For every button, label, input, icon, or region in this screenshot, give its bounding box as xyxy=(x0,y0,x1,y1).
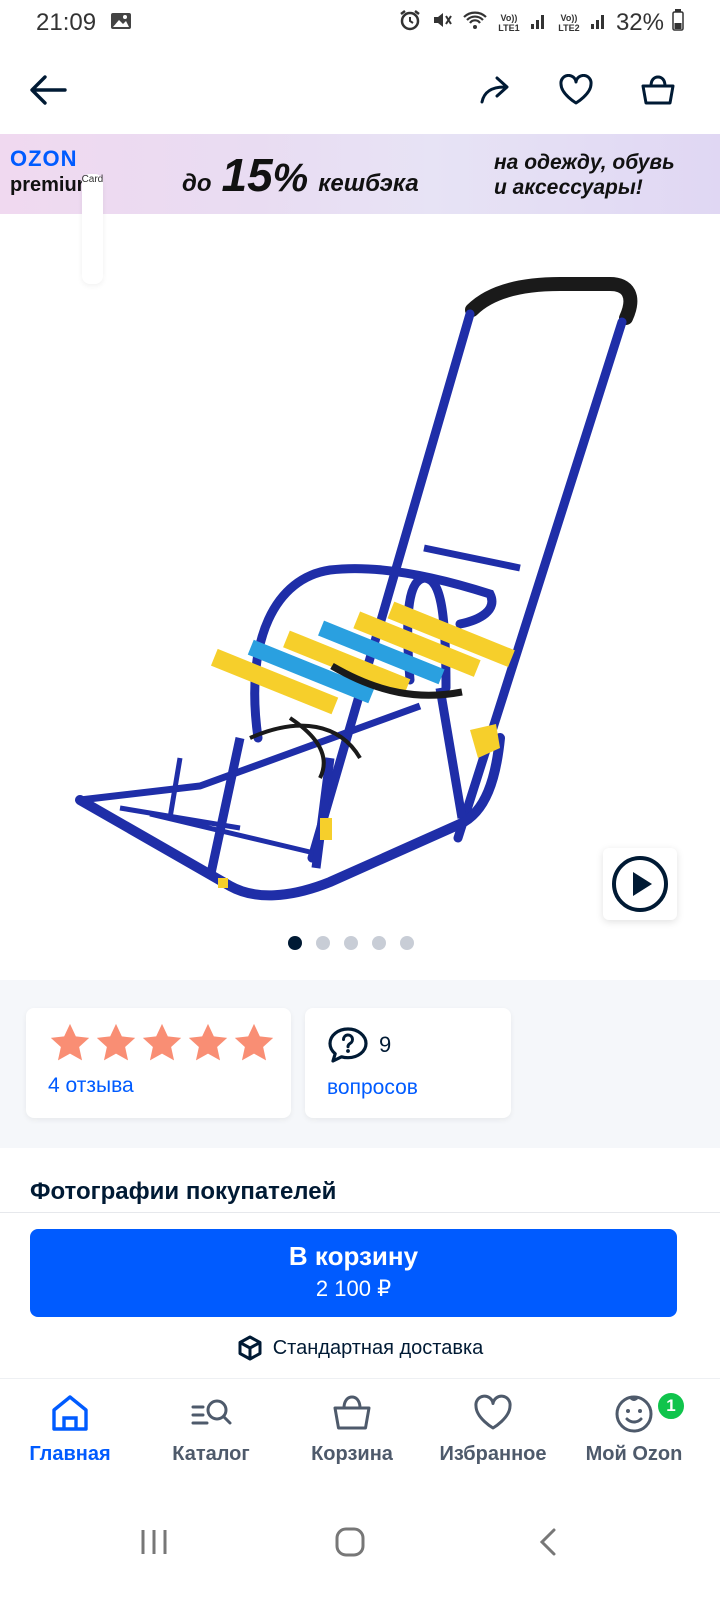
questions-link[interactable]: вопросов xyxy=(327,1076,418,1100)
star-icon xyxy=(96,1023,136,1061)
rating-stars xyxy=(48,1022,276,1064)
signal2-icon xyxy=(590,9,608,37)
rating-card[interactable]: 4 отзыва xyxy=(26,1008,291,1118)
recent-apps-icon xyxy=(141,1530,167,1554)
notification-badge: 1 xyxy=(656,1391,686,1421)
nav-favorites[interactable]: Избранное xyxy=(423,1393,563,1466)
nav-home-label: Главная xyxy=(29,1443,111,1465)
pagination-dot[interactable] xyxy=(372,936,386,950)
favorite-button[interactable] xyxy=(552,66,600,114)
promo-suffix: кешбэка xyxy=(318,170,419,197)
product-image[interactable] xyxy=(0,218,720,948)
nav-favorites-label: Избранное xyxy=(439,1443,547,1465)
top-app-bar xyxy=(0,48,720,132)
back-button[interactable] xyxy=(24,66,72,114)
chevron-left-icon xyxy=(539,1528,556,1556)
alarm-icon xyxy=(398,8,422,39)
questions-card[interactable]: 9 вопросов xyxy=(305,1008,511,1118)
box-icon xyxy=(238,1335,262,1361)
share-button[interactable] xyxy=(472,66,520,114)
battery-icon xyxy=(672,8,684,38)
promo-pct: % xyxy=(272,156,309,200)
add-to-cart-label: В корзину xyxy=(288,1241,419,1271)
pagination-dot[interactable] xyxy=(316,936,330,950)
nav-home[interactable]: Главная xyxy=(0,1393,140,1466)
nav-my-ozon-label: Мой Ozon xyxy=(585,1443,683,1465)
pagination-dot[interactable] xyxy=(344,936,358,950)
promo-prefix: до xyxy=(182,170,212,197)
add-to-cart-panel: В корзину 2 100 ₽ Стандартная доставка xyxy=(0,1212,720,1382)
share-arrow-icon xyxy=(480,76,509,104)
customer-photos-heading: Фотографии покупателей xyxy=(30,1178,337,1205)
wifi-icon xyxy=(462,9,488,38)
play-icon xyxy=(612,856,668,912)
star-icon xyxy=(142,1023,182,1061)
nav-cart-label: Корзина xyxy=(311,1443,393,1465)
lte1-label: Vo)) LTE1 xyxy=(498,13,520,33)
arrow-left-icon xyxy=(30,75,67,105)
note-line-1: на одежду, обувь xyxy=(494,151,675,174)
note-line-2: и аксессуары! xyxy=(494,176,643,199)
signal1-icon xyxy=(530,9,548,37)
add-to-cart-price: 2 100 ₽ xyxy=(315,1276,392,1301)
reviews-link[interactable]: 4 отзыва xyxy=(48,1074,134,1098)
banner-note: на одежду, обувь и аксессуары! xyxy=(494,150,675,200)
nav-cart[interactable]: Корзина xyxy=(282,1393,422,1466)
pagination-dot-active[interactable] xyxy=(288,936,302,950)
nav-catalog-label: Каталог xyxy=(172,1443,250,1465)
star-icon xyxy=(234,1023,274,1061)
pagination-dot[interactable] xyxy=(400,936,414,950)
back-system-button[interactable] xyxy=(518,1512,578,1572)
questions-count: 9 xyxy=(379,1032,392,1057)
basket-icon xyxy=(641,75,675,105)
cart-top-button[interactable] xyxy=(634,66,682,114)
add-to-cart-button[interactable]: В корзину 2 100 ₽ xyxy=(30,1229,677,1317)
promo-banner[interactable]: OZON Card premium до 15% кешбэка на одежд… xyxy=(0,134,720,284)
status-time: 21:09 xyxy=(36,9,97,36)
nav-my-ozon[interactable]: Мой Ozon 1 xyxy=(564,1391,704,1466)
nav-catalog[interactable]: Каталог xyxy=(141,1393,281,1466)
gallery-pagination xyxy=(288,936,414,950)
lte2-label: Vo)) LTE2 xyxy=(558,13,580,33)
question-bubble-icon xyxy=(327,1026,369,1069)
status-bar: 21:09 Vo)) LTE1 Vo)) LTE2 32% xyxy=(0,0,720,46)
star-icon xyxy=(50,1023,90,1061)
heart-icon xyxy=(559,74,593,105)
delivery-label: Стандартная доставка xyxy=(272,1336,484,1359)
video-play-button[interactable] xyxy=(603,848,677,920)
battery-percent: 32% xyxy=(615,9,664,36)
banner-promo: до 15% кешбэка xyxy=(182,148,419,202)
gallery-notification-icon xyxy=(110,9,132,37)
home-icon xyxy=(52,1395,88,1431)
mute-icon xyxy=(430,8,454,39)
profile-smile-icon xyxy=(615,1395,653,1433)
bottom-navigation: Главная Каталог Корзина Избранное Мой Oz… xyxy=(0,1378,720,1490)
catalog-search-icon xyxy=(191,1399,232,1425)
basket-icon xyxy=(333,1395,371,1430)
banner-brand: OZON xyxy=(10,146,78,171)
promo-number: 15 xyxy=(221,149,273,201)
heart-icon xyxy=(474,1394,512,1430)
home-circle-icon xyxy=(335,1527,365,1557)
star-icon xyxy=(188,1023,228,1061)
ozon-premium-logo: OZON Card premium xyxy=(10,146,104,284)
recent-apps-button[interactable] xyxy=(124,1512,184,1572)
system-navigation-bar xyxy=(0,1490,720,1600)
reviews-section: 4 отзыва 9 вопросов xyxy=(0,980,720,1148)
delivery-info[interactable]: Стандартная доставка xyxy=(0,1335,720,1361)
home-system-button[interactable] xyxy=(320,1512,380,1572)
